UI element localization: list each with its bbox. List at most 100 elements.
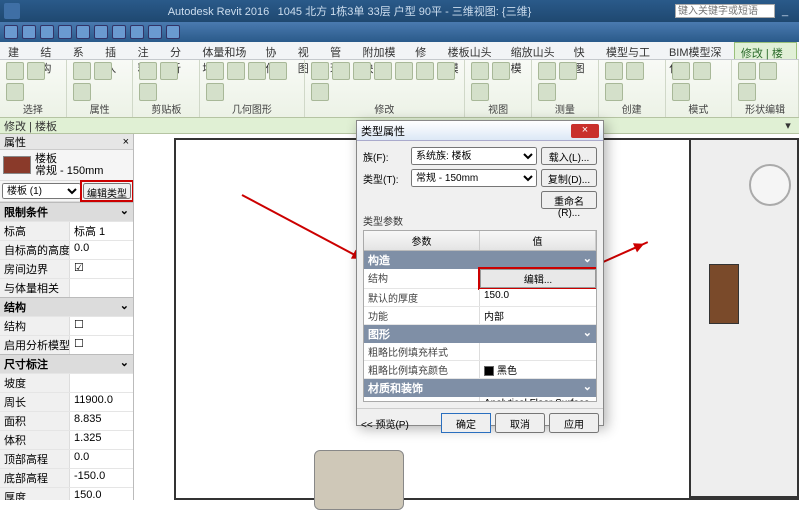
- qat-save-icon[interactable]: [22, 25, 36, 39]
- param-value[interactable]: [480, 343, 596, 360]
- ribbon-tool-icon[interactable]: [471, 83, 489, 101]
- prop-category[interactable]: 限制条件⌄: [0, 202, 133, 221]
- prop-category[interactable]: 尺寸标注⌄: [0, 354, 133, 373]
- ribbon-tool-icon[interactable]: [269, 62, 287, 80]
- edit-type-button[interactable]: 编辑类型: [83, 183, 131, 199]
- ribbon-tab[interactable]: 附加模块: [356, 42, 409, 59]
- param-value[interactable]: 内部: [480, 307, 596, 324]
- ribbon-tool-icon[interactable]: [311, 83, 329, 101]
- ribbon-tool-icon[interactable]: [73, 83, 91, 101]
- prop-row[interactable]: 坡度: [0, 373, 133, 392]
- qat-open-icon[interactable]: [4, 25, 18, 39]
- param-row[interactable]: 结构编辑...: [364, 269, 596, 289]
- view-cube[interactable]: [749, 164, 791, 206]
- prop-row[interactable]: 房间边界☑: [0, 259, 133, 278]
- param-row[interactable]: 功能内部: [364, 307, 596, 325]
- ok-button[interactable]: 确定: [441, 413, 491, 433]
- ribbon-tool-icon[interactable]: [227, 62, 245, 80]
- param-value[interactable]: 150.0: [480, 289, 596, 306]
- ribbon-tab[interactable]: 缩放山头模: [505, 42, 568, 59]
- rename-button[interactable]: 重命名(R)...: [541, 191, 597, 209]
- ribbon-tool-icon[interactable]: [538, 83, 556, 101]
- prop-row[interactable]: 与体量相关: [0, 278, 133, 297]
- ribbon-tab[interactable]: 修改: [409, 42, 441, 59]
- ribbon-tool-icon[interactable]: [332, 62, 350, 80]
- prop-row[interactable]: 厚度150.0: [0, 487, 133, 500]
- ribbon-tool-icon[interactable]: [471, 62, 489, 80]
- prop-row[interactable]: 顶部高程0.0: [0, 449, 133, 468]
- dialog-close-button[interactable]: ×: [571, 124, 599, 138]
- ribbon-tab[interactable]: 建筑: [2, 42, 34, 59]
- qat-align-icon[interactable]: [112, 25, 126, 39]
- ribbon-tool-icon[interactable]: [395, 62, 413, 80]
- ribbon-tool-icon[interactable]: [626, 62, 644, 80]
- param-value[interactable]: 黑色: [480, 361, 596, 378]
- minimize-button[interactable]: _: [775, 5, 795, 17]
- ribbon-tab[interactable]: 协作: [259, 42, 291, 59]
- edit-structure-button[interactable]: 编辑...: [480, 269, 596, 288]
- ribbon-tab[interactable]: 体量和场地: [196, 42, 259, 59]
- ribbon-tab[interactable]: 修改 | 楼板: [734, 42, 797, 59]
- prop-row[interactable]: 启用分析模型☐: [0, 335, 133, 354]
- instance-selector[interactable]: 楼板 (1): [2, 183, 81, 199]
- param-category[interactable]: 图形⌄: [364, 325, 596, 343]
- ribbon-tool-icon[interactable]: [139, 62, 157, 80]
- type-selector[interactable]: 楼板常规 - 150mm: [0, 150, 133, 181]
- ribbon-tab[interactable]: 快图: [568, 42, 600, 59]
- ribbon-tool-icon[interactable]: [559, 62, 577, 80]
- ribbon-tool-icon[interactable]: [605, 83, 623, 101]
- ribbon-tool-icon[interactable]: [206, 62, 224, 80]
- ribbon-tool-icon[interactable]: [738, 83, 756, 101]
- ribbon-tool-icon[interactable]: [492, 62, 510, 80]
- ribbon-tool-icon[interactable]: [605, 62, 623, 80]
- help-search-input[interactable]: [675, 4, 775, 18]
- ribbon-tool-icon[interactable]: [311, 62, 329, 80]
- param-category[interactable]: 构造⌄: [364, 251, 596, 269]
- qat-measure-icon[interactable]: [94, 25, 108, 39]
- options-expand-icon[interactable]: ▾: [781, 119, 795, 132]
- ribbon-tool-icon[interactable]: [139, 83, 157, 101]
- ribbon-tool-icon[interactable]: [416, 62, 434, 80]
- ribbon-tool-icon[interactable]: [6, 62, 24, 80]
- duplicate-button[interactable]: 复制(D)...: [541, 169, 597, 187]
- ribbon-tool-icon[interactable]: [693, 62, 711, 80]
- ribbon-tool-icon[interactable]: [248, 62, 266, 80]
- ribbon-tab[interactable]: 结构: [34, 42, 66, 59]
- ribbon-tab[interactable]: 视图: [292, 42, 324, 59]
- cancel-button[interactable]: 取消: [495, 413, 545, 433]
- qat-section-icon[interactable]: [166, 25, 180, 39]
- ribbon-tab[interactable]: 注释: [132, 42, 164, 59]
- qat-sync-icon[interactable]: [76, 25, 90, 39]
- ribbon-tab[interactable]: 楼板山头模: [442, 42, 505, 59]
- prop-category[interactable]: 结构⌄: [0, 297, 133, 316]
- ribbon-tool-icon[interactable]: [94, 62, 112, 80]
- ribbon-tool-icon[interactable]: [206, 83, 224, 101]
- ribbon-tool-icon[interactable]: [27, 62, 45, 80]
- ribbon-tab[interactable]: 系统: [67, 42, 99, 59]
- ribbon-tab[interactable]: 插入: [99, 42, 131, 59]
- ribbon-tool-icon[interactable]: [374, 62, 392, 80]
- ribbon-tab[interactable]: BIM模型深化: [663, 42, 734, 59]
- param-row[interactable]: 默认的厚度150.0: [364, 289, 596, 307]
- dialog-titlebar[interactable]: 类型属性 ×: [357, 121, 603, 141]
- prop-row[interactable]: 底部高程-150.0: [0, 468, 133, 487]
- prop-row[interactable]: 自标高的高度偏移0.0: [0, 240, 133, 259]
- prop-row[interactable]: 体积1.325: [0, 430, 133, 449]
- ribbon-tool-icon[interactable]: [738, 62, 756, 80]
- ribbon-tab[interactable]: 模型与工具: [600, 42, 663, 59]
- param-value[interactable]: Analytical Floor Surface: [480, 397, 596, 402]
- qat-3d-icon[interactable]: [148, 25, 162, 39]
- ribbon-tool-icon[interactable]: [160, 62, 178, 80]
- qat-redo-icon[interactable]: [58, 25, 72, 39]
- prop-row[interactable]: 面积8.835: [0, 411, 133, 430]
- ribbon-tool-icon[interactable]: [672, 83, 690, 101]
- qat-undo-icon[interactable]: [40, 25, 54, 39]
- ribbon-tool-icon[interactable]: [353, 62, 371, 80]
- family-select[interactable]: 系统族: 楼板: [411, 147, 537, 165]
- apply-button[interactable]: 应用: [549, 413, 599, 433]
- param-row[interactable]: 粗略比例填充颜色黑色: [364, 361, 596, 379]
- ribbon-tool-icon[interactable]: [73, 62, 91, 80]
- ribbon-tool-icon[interactable]: [437, 62, 455, 80]
- prop-row[interactable]: 周长11900.0: [0, 392, 133, 411]
- ribbon-tool-icon[interactable]: [538, 62, 556, 80]
